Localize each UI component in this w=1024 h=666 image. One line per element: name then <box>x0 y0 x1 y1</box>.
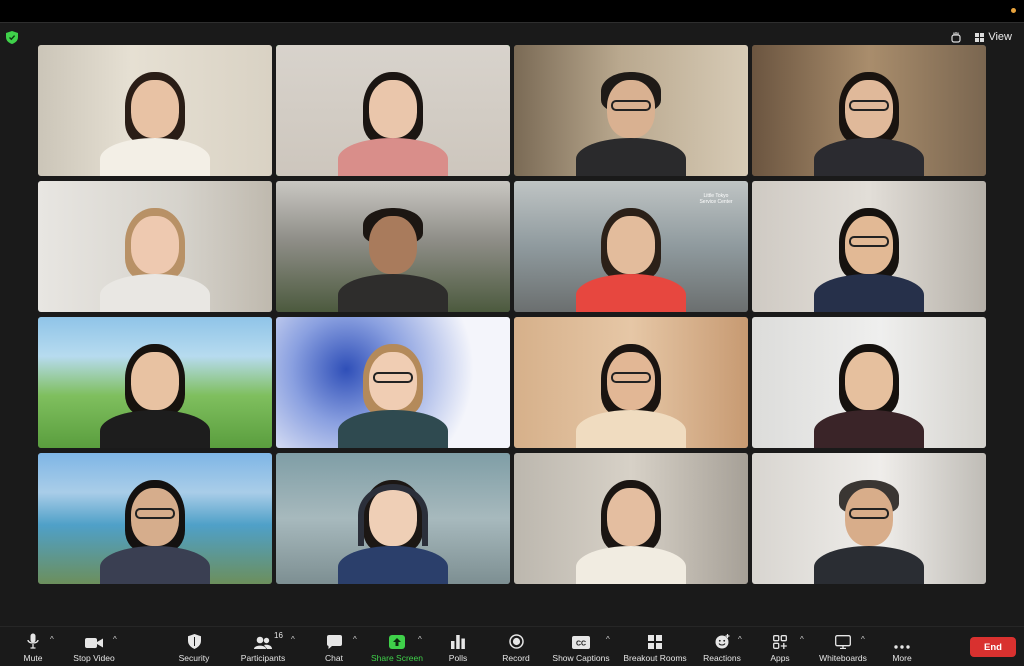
video-tile[interactable] <box>752 45 986 176</box>
view-button[interactable]: View <box>971 29 1016 45</box>
meeting-controls-toolbar: Mute ^ Stop Video ^ Security 16 Particip… <box>0 626 1024 666</box>
show-captions-label: Show Captions <box>552 653 610 663</box>
chat-label: Chat <box>325 653 343 663</box>
video-tile[interactable] <box>276 181 510 312</box>
grid-icon <box>975 32 985 42</box>
reactions-button[interactable]: Reactions <box>700 627 744 666</box>
chat-options-caret[interactable]: ^ <box>353 635 357 644</box>
video-tile[interactable] <box>38 181 272 312</box>
menu-bar <box>0 0 1024 22</box>
record-icon <box>508 634 524 649</box>
captions-options-caret[interactable]: ^ <box>606 635 610 644</box>
video-tile[interactable] <box>752 317 986 448</box>
video-tile[interactable] <box>38 453 272 584</box>
chat-bubble-icon <box>326 635 342 649</box>
shield-icon[interactable] <box>6 31 18 44</box>
reactions-options-caret[interactable]: ^ <box>738 635 742 644</box>
mute-options-caret[interactable]: ^ <box>50 635 54 644</box>
microphone-icon <box>27 633 39 649</box>
polls-button[interactable]: Polls <box>444 627 472 666</box>
stop-video-button[interactable]: Stop Video <box>68 627 120 666</box>
captions-icon: CC <box>572 636 590 649</box>
whiteboard-icon <box>835 635 851 649</box>
apps-label: Apps <box>770 653 790 663</box>
participants-label: Participants <box>240 653 286 663</box>
video-tile[interactable] <box>276 453 510 584</box>
share-options-caret[interactable]: ^ <box>418 635 422 644</box>
record-button[interactable]: Record <box>500 627 532 666</box>
stop-video-label: Stop Video <box>73 653 115 663</box>
mute-label: Mute <box>23 653 43 663</box>
breakout-rooms-label: Breakout Rooms <box>623 653 687 663</box>
apps-options-caret[interactable]: ^ <box>800 635 804 644</box>
security-button[interactable]: Security <box>174 627 214 666</box>
gallery-grid: Little Tokyo Service Center <box>38 45 987 585</box>
whiteboards-options-caret[interactable]: ^ <box>861 635 865 644</box>
video-tile[interactable] <box>38 45 272 176</box>
video-tile[interactable] <box>38 317 272 448</box>
breakout-rooms-icon <box>648 635 662 649</box>
video-tile[interactable] <box>514 453 748 584</box>
video-tile[interactable] <box>752 181 986 312</box>
share-screen-icon <box>389 635 405 649</box>
polls-icon <box>451 635 465 649</box>
video-tile[interactable] <box>752 453 986 584</box>
security-shield-icon <box>187 634 201 649</box>
share-screen-label: Share Screen <box>371 653 423 663</box>
whiteboards-button[interactable]: Whiteboards <box>814 627 872 666</box>
chat-button[interactable]: Chat <box>320 627 348 666</box>
apps-button[interactable]: Apps <box>766 627 794 666</box>
participants-button[interactable]: 16 Participants <box>236 627 290 666</box>
participants-icon <box>254 636 272 649</box>
video-tile[interactable] <box>514 45 748 176</box>
captions-icon-text: CC <box>576 641 586 648</box>
participants-count: 16 <box>274 631 283 640</box>
reactions-icon <box>715 634 729 649</box>
participants-options-caret[interactable]: ^ <box>291 635 295 644</box>
video-camera-icon <box>85 638 103 648</box>
video-tile[interactable]: Little Tokyo Service Center <box>514 181 748 312</box>
more-button[interactable]: More <box>888 627 916 666</box>
mute-button[interactable]: Mute <box>16 627 50 666</box>
reactions-label: Reactions <box>703 653 741 663</box>
show-captions-button[interactable]: CC Show Captions <box>550 627 612 666</box>
video-tile[interactable] <box>514 317 748 448</box>
breakout-rooms-button[interactable]: Breakout Rooms <box>622 627 688 666</box>
more-dots-icon <box>894 645 910 649</box>
video-tile-active-speaker[interactable] <box>276 45 510 176</box>
apps-icon <box>773 635 787 649</box>
end-meeting-button[interactable]: End <box>970 637 1016 657</box>
hand-icon[interactable] <box>951 31 961 43</box>
security-label: Security <box>178 653 210 663</box>
view-label: View <box>988 31 1012 43</box>
whiteboards-label: Whiteboards <box>819 653 867 663</box>
polls-label: Polls <box>448 653 468 663</box>
video-tile[interactable] <box>276 317 510 448</box>
background-sign: Little Tokyo Service Center <box>699 193 733 205</box>
camera-indicator-icon <box>1011 8 1016 13</box>
video-options-caret[interactable]: ^ <box>113 635 117 644</box>
share-screen-button[interactable]: Share Screen <box>368 627 426 666</box>
more-label: More <box>892 653 912 663</box>
record-label: Record <box>502 653 530 663</box>
